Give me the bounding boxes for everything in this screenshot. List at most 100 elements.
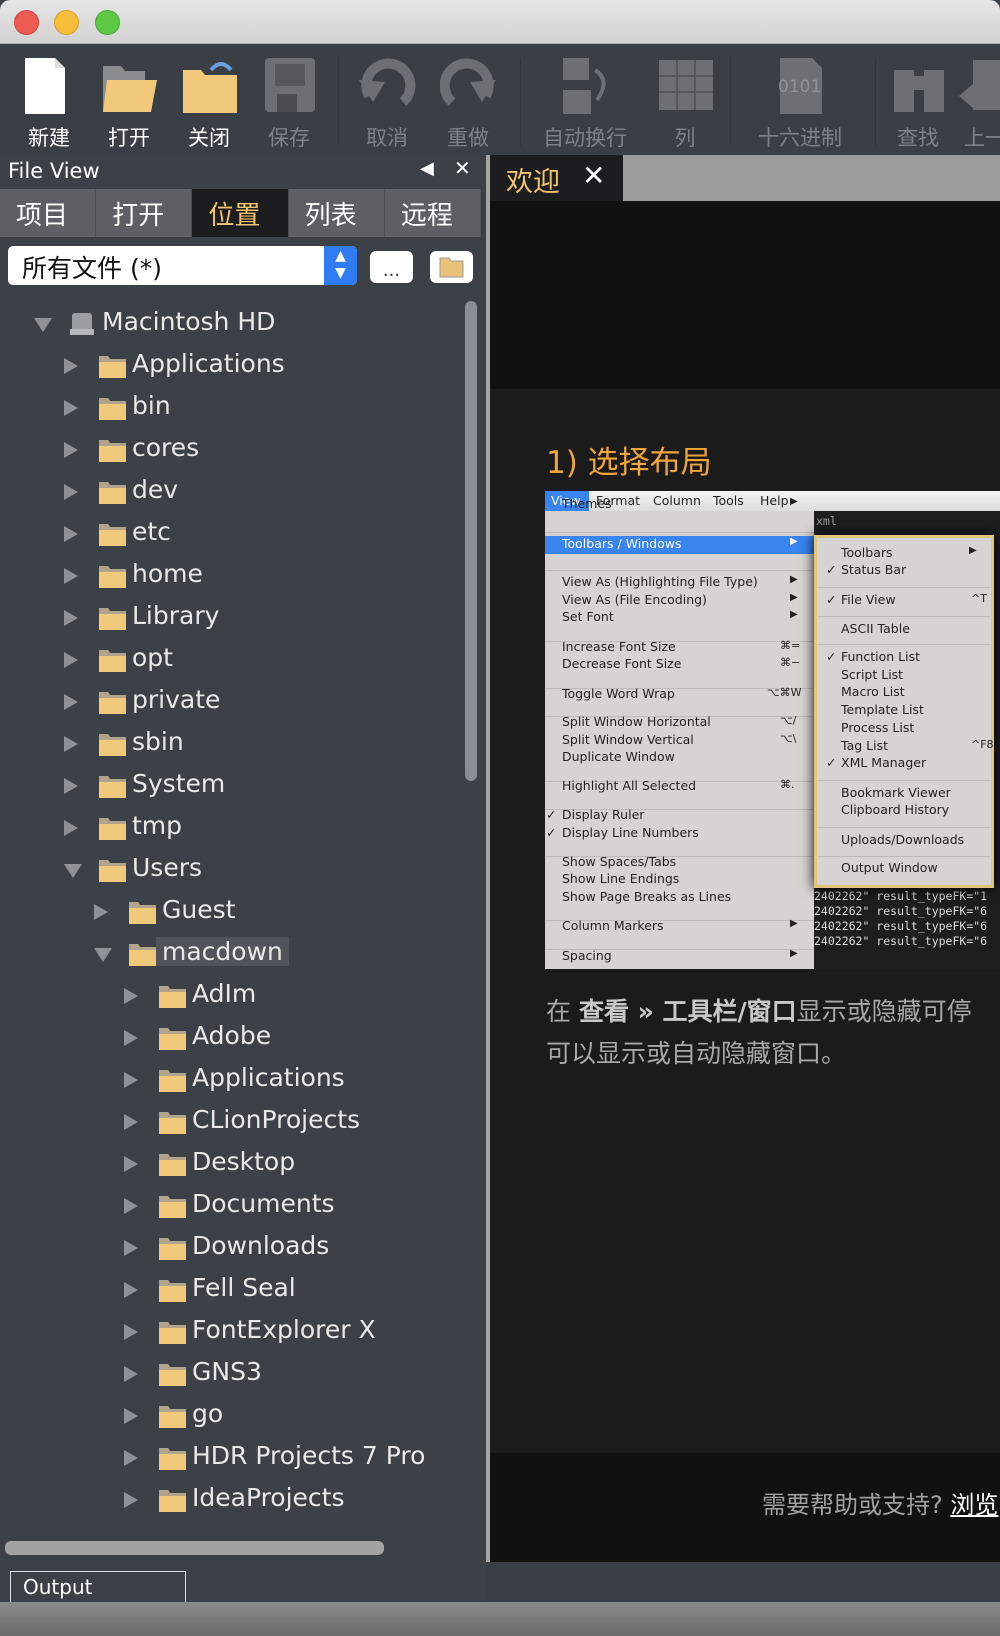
collapsed-arrow-icon[interactable] [64,736,78,752]
menu-item[interactable]: Show Line Endings [562,871,679,886]
expanded-arrow-icon[interactable] [34,318,52,332]
collapsed-arrow-icon[interactable] [124,1114,138,1130]
menu-item[interactable]: Split Window Horizontal ⌥/ [562,714,796,729]
submenu-item[interactable]: ✓ Function List [826,649,920,664]
submenu-item[interactable]: Tag List ^F8 [841,738,994,753]
vertical-scrollbar[interactable] [465,301,477,781]
menubar-item[interactable]: Tools [713,493,744,508]
close-tab-icon[interactable]: ✕ [582,159,605,192]
collapsed-arrow-icon[interactable] [64,694,78,710]
tree-item[interactable]: Macintosh HD [0,303,462,345]
menu-item[interactable]: Highlight All Selected ⌘. [562,778,795,793]
tree-item[interactable]: bin [0,387,462,429]
menubar-item[interactable]: Help [760,493,789,508]
menu-item[interactable]: ✓ Display Ruler [546,807,644,822]
submenu-item[interactable]: ✓ XML Manager [826,755,926,770]
menu-item[interactable]: Decrease Font Size ⌘− [562,656,800,671]
tree-item[interactable]: cores [0,429,462,471]
collapsed-arrow-icon[interactable] [124,1198,138,1214]
close-window-button[interactable] [14,10,39,35]
submenu-item[interactable]: Clipboard History [841,802,949,817]
tree-item[interactable]: FontExplorer X [0,1311,462,1353]
tree-item[interactable]: tmp [0,807,462,849]
menu-item[interactable]: Show Page Breaks as Lines [562,889,731,904]
collapsed-arrow-icon[interactable] [124,1450,138,1466]
tab-1[interactable]: 打开 [96,189,193,237]
tab-welcome[interactable]: 欢迎 ✕ [490,155,623,201]
menu-item[interactable]: Set Font ▶ [562,609,798,624]
tree-item[interactable]: etc [0,513,462,555]
tab-4[interactable]: 远程 [385,189,482,237]
output-window-tab[interactable]: Output Window [10,1571,186,1623]
collapsed-arrow-icon[interactable] [64,484,78,500]
submenu-item[interactable]: ✓ Status Bar [826,562,906,577]
toolbar-button-redo[interactable]: 重做 [423,44,513,155]
submenu-item[interactable]: Bookmark Viewer [841,785,951,800]
collapsed-arrow-icon[interactable] [124,1156,138,1172]
tree-item[interactable]: System [0,765,462,807]
tree-item[interactable]: macdown [0,933,462,975]
menu-item[interactable]: Themes ▶ [562,496,798,511]
collapsed-arrow-icon[interactable] [124,1072,138,1088]
menu-item[interactable]: ✓ Display Line Numbers [546,825,699,840]
collapsed-arrow-icon[interactable] [64,568,78,584]
minimize-window-button[interactable] [54,10,79,35]
tree-item[interactable]: Fell Seal [0,1269,462,1311]
menu-item[interactable]: Duplicate Window [562,749,675,764]
expanded-arrow-icon[interactable] [94,948,112,962]
tree-item[interactable]: AdIm [0,975,462,1017]
collapsed-arrow-icon[interactable] [124,1282,138,1298]
tree-item[interactable]: CLionProjects [0,1101,462,1143]
tree-item[interactable]: private [0,681,462,723]
collapsed-arrow-icon[interactable] [64,652,78,668]
browse-button[interactable]: ... [370,251,413,283]
submenu-item[interactable]: Script List [841,667,903,682]
collapsed-arrow-icon[interactable] [64,526,78,542]
folder-button[interactable] [430,251,473,283]
tree-item[interactable]: Library [0,597,462,639]
zoom-window-button[interactable] [95,10,120,35]
collapsed-arrow-icon[interactable] [64,820,78,836]
tree-item[interactable]: Downloads [0,1227,462,1269]
submenu-item[interactable]: Process List [841,720,914,735]
toolbar-button-hex[interactable]: 0101 十六进制 [755,44,845,155]
tree-item[interactable]: home [0,555,462,597]
collapse-panel-icon[interactable]: ◀ [420,158,434,179]
submenu-item[interactable]: ✓ File View ^T [826,592,987,607]
tree-item[interactable]: Applications [0,345,462,387]
collapsed-arrow-icon[interactable] [64,442,78,458]
menu-item[interactable]: Toolbars / Windows ▶ [545,536,814,554]
tree-item[interactable]: Documents [0,1185,462,1227]
collapsed-arrow-icon[interactable] [124,1240,138,1256]
submenu-item[interactable]: Toolbars ▶ [841,545,977,560]
toolbar-button-word-wrap[interactable]: 自动换行 [540,44,630,155]
tree-item[interactable]: go [0,1395,462,1437]
tree-item[interactable]: Applications [0,1059,462,1101]
submenu-item[interactable]: Uploads/Downloads [841,832,964,847]
toolbar-button-column[interactable]: 列 [640,44,730,155]
tree-item[interactable]: dev [0,471,462,513]
toolbar-button-previous[interactable]: 上一 [940,44,1000,155]
tree-item[interactable]: sbin [0,723,462,765]
tree-item[interactable]: opt [0,639,462,681]
tab-2[interactable]: 位置 [192,189,289,237]
submenu-item[interactable]: Macro List [841,684,905,699]
collapsed-arrow-icon[interactable] [124,1408,138,1424]
menu-item[interactable]: Increase Font Size ⌘= [562,639,800,654]
file-filter-select[interactable]: 所有文件 (*) [8,246,357,285]
menubar-item[interactable]: Column [653,493,701,508]
submenu-item[interactable]: Template List [841,702,924,717]
tab-3[interactable]: 列表 [289,189,385,237]
tree-item[interactable]: IdeaProjects [0,1479,462,1521]
collapsed-arrow-icon[interactable] [64,610,78,626]
close-panel-icon[interactable]: ✕ [454,156,471,180]
toolbar-button-save[interactable]: 保存 [244,44,334,155]
tree-item[interactable]: GNS3 [0,1353,462,1395]
expanded-arrow-icon[interactable] [64,864,82,878]
menu-item[interactable]: Show Spaces/Tabs [562,854,676,869]
collapsed-arrow-icon[interactable] [124,1030,138,1046]
menu-item[interactable]: View As (Highlighting File Type) ▶ [562,574,798,589]
collapsed-arrow-icon[interactable] [64,358,78,374]
collapsed-arrow-icon[interactable] [94,904,108,920]
menu-item[interactable]: Toggle Word Wrap ⌥⌘W [562,686,802,701]
